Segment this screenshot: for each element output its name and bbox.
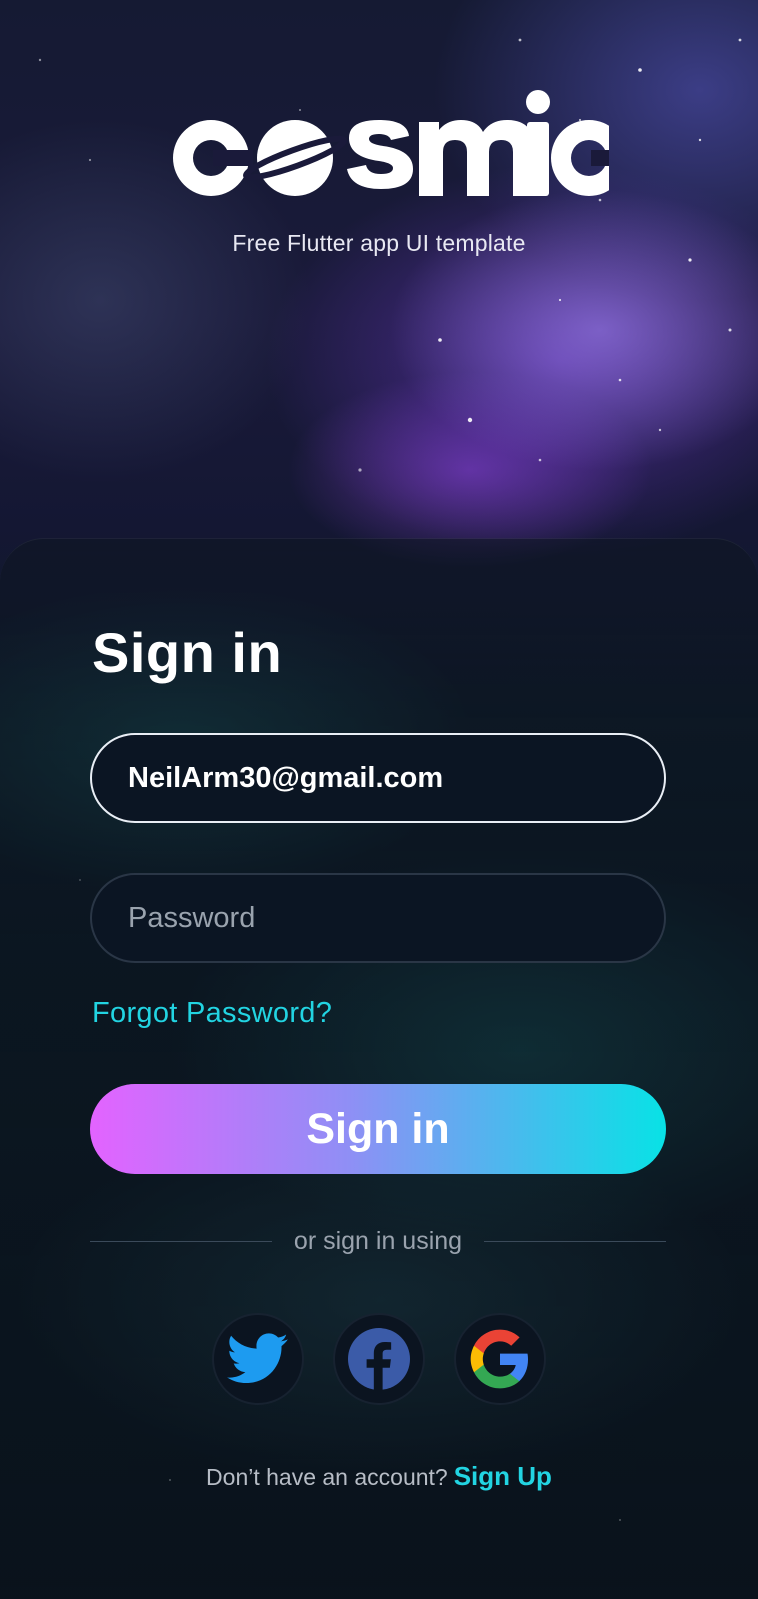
sign-in-button-label: Sign in	[306, 1104, 450, 1153]
cosmic-logo	[0, 78, 758, 228]
google-icon	[470, 1329, 528, 1389]
email-field[interactable]: NeilArm30@gmail.com	[90, 733, 666, 823]
google-login-button[interactable]	[454, 1313, 546, 1405]
twitter-login-button[interactable]	[212, 1313, 304, 1405]
password-field-placeholder: Password	[128, 901, 256, 934]
facebook-icon	[348, 1328, 410, 1390]
forgot-password-link[interactable]: Forgot Password?	[92, 997, 332, 1030]
social-divider: or sign in using	[90, 1226, 666, 1256]
email-field-value: NeilArm30@gmail.com	[128, 761, 444, 794]
signup-prompt: Don’t have an account? Sign Up	[0, 1461, 758, 1492]
sign-up-link[interactable]: Sign Up	[454, 1461, 552, 1491]
sign-in-panel	[0, 538, 758, 1599]
divider-text: or sign in using	[293, 1226, 463, 1255]
page-title: Sign in	[92, 621, 283, 684]
signup-prompt-text: Don’t have an account?	[206, 1464, 448, 1490]
divider-line-left	[90, 1240, 272, 1242]
password-field[interactable]: Password	[90, 873, 666, 963]
twitter-icon	[227, 1333, 288, 1384]
social-login-row	[0, 1313, 758, 1405]
divider-line-right	[484, 1240, 666, 1242]
tagline: Free Flutter app UI template	[232, 230, 526, 256]
sign-in-button[interactable]: Sign in	[90, 1084, 666, 1174]
facebook-login-button[interactable]	[333, 1313, 425, 1405]
